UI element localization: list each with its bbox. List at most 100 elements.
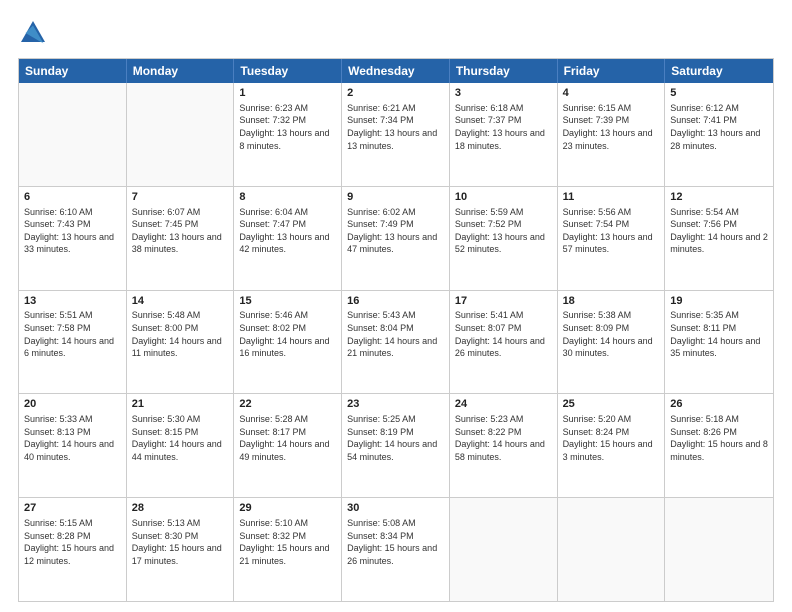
cal-header-tuesday: Tuesday bbox=[234, 59, 342, 83]
cal-cell bbox=[665, 498, 773, 601]
cal-header-friday: Friday bbox=[558, 59, 666, 83]
day-number: 25 bbox=[563, 397, 660, 412]
cal-cell: 5Sunrise: 6:12 AMSunset: 7:41 PMDaylight… bbox=[665, 83, 773, 186]
cell-info: Sunrise: 5:51 AMSunset: 7:58 PMDaylight:… bbox=[24, 309, 121, 359]
day-number: 1 bbox=[239, 86, 336, 101]
cell-info: Sunrise: 5:48 AMSunset: 8:00 PMDaylight:… bbox=[132, 309, 229, 359]
cal-week-2: 6Sunrise: 6:10 AMSunset: 7:43 PMDaylight… bbox=[19, 187, 773, 291]
cal-cell: 10Sunrise: 5:59 AMSunset: 7:52 PMDayligh… bbox=[450, 187, 558, 290]
cell-info: Sunrise: 6:10 AMSunset: 7:43 PMDaylight:… bbox=[24, 206, 121, 256]
cal-cell: 15Sunrise: 5:46 AMSunset: 8:02 PMDayligh… bbox=[234, 291, 342, 394]
cell-info: Sunrise: 5:18 AMSunset: 8:26 PMDaylight:… bbox=[670, 413, 768, 463]
cell-info: Sunrise: 5:35 AMSunset: 8:11 PMDaylight:… bbox=[670, 309, 768, 359]
cal-cell: 23Sunrise: 5:25 AMSunset: 8:19 PMDayligh… bbox=[342, 394, 450, 497]
day-number: 27 bbox=[24, 501, 121, 516]
day-number: 22 bbox=[239, 397, 336, 412]
cell-info: Sunrise: 5:56 AMSunset: 7:54 PMDaylight:… bbox=[563, 206, 660, 256]
cell-info: Sunrise: 6:07 AMSunset: 7:45 PMDaylight:… bbox=[132, 206, 229, 256]
cal-header-monday: Monday bbox=[127, 59, 235, 83]
cell-info: Sunrise: 5:46 AMSunset: 8:02 PMDaylight:… bbox=[239, 309, 336, 359]
cell-info: Sunrise: 5:33 AMSunset: 8:13 PMDaylight:… bbox=[24, 413, 121, 463]
cell-info: Sunrise: 5:20 AMSunset: 8:24 PMDaylight:… bbox=[563, 413, 660, 463]
cal-cell: 16Sunrise: 5:43 AMSunset: 8:04 PMDayligh… bbox=[342, 291, 450, 394]
day-number: 19 bbox=[670, 294, 768, 309]
day-number: 11 bbox=[563, 190, 660, 205]
cal-cell: 14Sunrise: 5:48 AMSunset: 8:00 PMDayligh… bbox=[127, 291, 235, 394]
calendar-body: 1Sunrise: 6:23 AMSunset: 7:32 PMDaylight… bbox=[19, 83, 773, 601]
day-number: 5 bbox=[670, 86, 768, 101]
day-number: 29 bbox=[239, 501, 336, 516]
day-number: 2 bbox=[347, 86, 444, 101]
cal-cell: 22Sunrise: 5:28 AMSunset: 8:17 PMDayligh… bbox=[234, 394, 342, 497]
cell-info: Sunrise: 5:41 AMSunset: 8:07 PMDaylight:… bbox=[455, 309, 552, 359]
day-number: 21 bbox=[132, 397, 229, 412]
cell-info: Sunrise: 6:02 AMSunset: 7:49 PMDaylight:… bbox=[347, 206, 444, 256]
cal-cell: 12Sunrise: 5:54 AMSunset: 7:56 PMDayligh… bbox=[665, 187, 773, 290]
cal-cell: 25Sunrise: 5:20 AMSunset: 8:24 PMDayligh… bbox=[558, 394, 666, 497]
cal-cell: 8Sunrise: 6:04 AMSunset: 7:47 PMDaylight… bbox=[234, 187, 342, 290]
cell-info: Sunrise: 5:08 AMSunset: 8:34 PMDaylight:… bbox=[347, 517, 444, 567]
cell-info: Sunrise: 5:25 AMSunset: 8:19 PMDaylight:… bbox=[347, 413, 444, 463]
cal-cell: 9Sunrise: 6:02 AMSunset: 7:49 PMDaylight… bbox=[342, 187, 450, 290]
day-number: 26 bbox=[670, 397, 768, 412]
cal-header-saturday: Saturday bbox=[665, 59, 773, 83]
cell-info: Sunrise: 5:59 AMSunset: 7:52 PMDaylight:… bbox=[455, 206, 552, 256]
day-number: 10 bbox=[455, 190, 552, 205]
cell-info: Sunrise: 6:21 AMSunset: 7:34 PMDaylight:… bbox=[347, 102, 444, 152]
calendar-header-row: SundayMondayTuesdayWednesdayThursdayFrid… bbox=[19, 59, 773, 83]
day-number: 8 bbox=[239, 190, 336, 205]
day-number: 18 bbox=[563, 294, 660, 309]
cal-week-4: 20Sunrise: 5:33 AMSunset: 8:13 PMDayligh… bbox=[19, 394, 773, 498]
cal-cell: 13Sunrise: 5:51 AMSunset: 7:58 PMDayligh… bbox=[19, 291, 127, 394]
logo-icon bbox=[18, 18, 48, 48]
cal-cell: 4Sunrise: 6:15 AMSunset: 7:39 PMDaylight… bbox=[558, 83, 666, 186]
day-number: 28 bbox=[132, 501, 229, 516]
cell-info: Sunrise: 5:28 AMSunset: 8:17 PMDaylight:… bbox=[239, 413, 336, 463]
day-number: 16 bbox=[347, 294, 444, 309]
day-number: 12 bbox=[670, 190, 768, 205]
cell-info: Sunrise: 6:23 AMSunset: 7:32 PMDaylight:… bbox=[239, 102, 336, 152]
cal-cell: 2Sunrise: 6:21 AMSunset: 7:34 PMDaylight… bbox=[342, 83, 450, 186]
cal-cell: 3Sunrise: 6:18 AMSunset: 7:37 PMDaylight… bbox=[450, 83, 558, 186]
cell-info: Sunrise: 6:04 AMSunset: 7:47 PMDaylight:… bbox=[239, 206, 336, 256]
logo bbox=[18, 18, 50, 48]
cal-cell bbox=[19, 83, 127, 186]
calendar: SundayMondayTuesdayWednesdayThursdayFrid… bbox=[18, 58, 774, 602]
day-number: 23 bbox=[347, 397, 444, 412]
cal-week-1: 1Sunrise: 6:23 AMSunset: 7:32 PMDaylight… bbox=[19, 83, 773, 187]
day-number: 15 bbox=[239, 294, 336, 309]
cal-cell: 7Sunrise: 6:07 AMSunset: 7:45 PMDaylight… bbox=[127, 187, 235, 290]
cal-cell: 18Sunrise: 5:38 AMSunset: 8:09 PMDayligh… bbox=[558, 291, 666, 394]
cal-header-thursday: Thursday bbox=[450, 59, 558, 83]
day-number: 24 bbox=[455, 397, 552, 412]
cell-info: Sunrise: 5:38 AMSunset: 8:09 PMDaylight:… bbox=[563, 309, 660, 359]
day-number: 9 bbox=[347, 190, 444, 205]
cell-info: Sunrise: 6:15 AMSunset: 7:39 PMDaylight:… bbox=[563, 102, 660, 152]
cal-cell: 27Sunrise: 5:15 AMSunset: 8:28 PMDayligh… bbox=[19, 498, 127, 601]
cal-cell: 21Sunrise: 5:30 AMSunset: 8:15 PMDayligh… bbox=[127, 394, 235, 497]
cal-cell bbox=[558, 498, 666, 601]
day-number: 4 bbox=[563, 86, 660, 101]
day-number: 3 bbox=[455, 86, 552, 101]
cal-cell: 26Sunrise: 5:18 AMSunset: 8:26 PMDayligh… bbox=[665, 394, 773, 497]
cell-info: Sunrise: 5:23 AMSunset: 8:22 PMDaylight:… bbox=[455, 413, 552, 463]
day-number: 13 bbox=[24, 294, 121, 309]
cell-info: Sunrise: 5:30 AMSunset: 8:15 PMDaylight:… bbox=[132, 413, 229, 463]
day-number: 17 bbox=[455, 294, 552, 309]
cal-cell bbox=[450, 498, 558, 601]
day-number: 7 bbox=[132, 190, 229, 205]
cal-cell: 29Sunrise: 5:10 AMSunset: 8:32 PMDayligh… bbox=[234, 498, 342, 601]
page: SundayMondayTuesdayWednesdayThursdayFrid… bbox=[0, 0, 792, 612]
cal-cell: 17Sunrise: 5:41 AMSunset: 8:07 PMDayligh… bbox=[450, 291, 558, 394]
cal-week-3: 13Sunrise: 5:51 AMSunset: 7:58 PMDayligh… bbox=[19, 291, 773, 395]
cell-info: Sunrise: 6:12 AMSunset: 7:41 PMDaylight:… bbox=[670, 102, 768, 152]
cal-cell: 1Sunrise: 6:23 AMSunset: 7:32 PMDaylight… bbox=[234, 83, 342, 186]
cell-info: Sunrise: 6:18 AMSunset: 7:37 PMDaylight:… bbox=[455, 102, 552, 152]
cal-cell: 11Sunrise: 5:56 AMSunset: 7:54 PMDayligh… bbox=[558, 187, 666, 290]
cell-info: Sunrise: 5:43 AMSunset: 8:04 PMDaylight:… bbox=[347, 309, 444, 359]
cal-week-5: 27Sunrise: 5:15 AMSunset: 8:28 PMDayligh… bbox=[19, 498, 773, 601]
day-number: 14 bbox=[132, 294, 229, 309]
cell-info: Sunrise: 5:10 AMSunset: 8:32 PMDaylight:… bbox=[239, 517, 336, 567]
day-number: 6 bbox=[24, 190, 121, 205]
header bbox=[18, 18, 774, 48]
